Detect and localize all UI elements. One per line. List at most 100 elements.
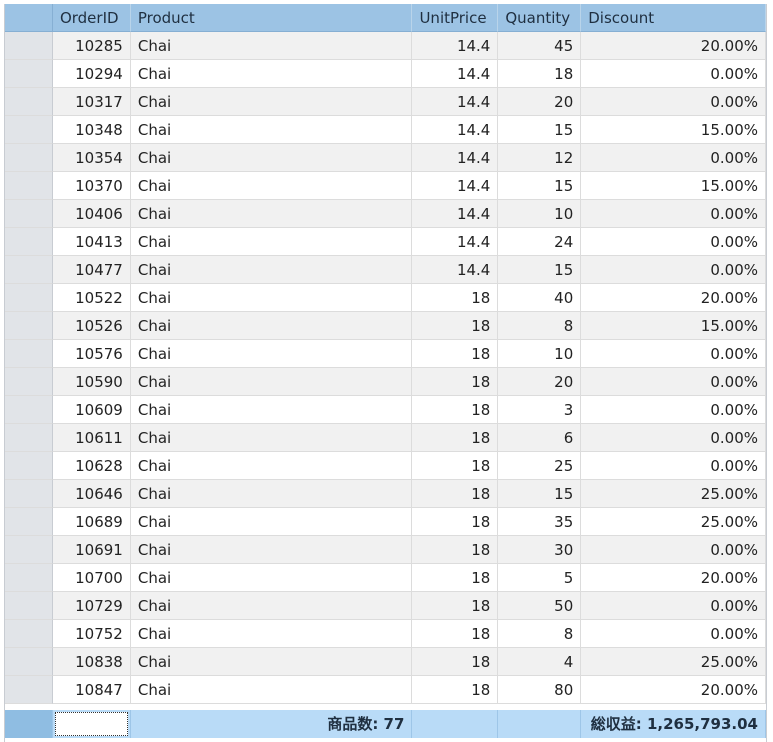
row-selector[interactable]	[5, 620, 53, 648]
table-row[interactable]: 10729 Chai 18 50 0.00%	[5, 592, 766, 620]
table-row[interactable]: 10691 Chai 18 30 0.00%	[5, 536, 766, 564]
discount-cell[interactable]: 25.00%	[581, 480, 766, 508]
table-row[interactable]: 10522 Chai 18 40 20.00%	[5, 284, 766, 312]
discount-cell[interactable]: 0.00%	[581, 536, 766, 564]
discount-cell[interactable]: 15.00%	[581, 312, 766, 340]
discount-cell[interactable]: 15.00%	[581, 172, 766, 200]
discount-cell[interactable]: 20.00%	[581, 284, 766, 312]
orderid-cell[interactable]: 10526	[52, 312, 131, 340]
product-cell[interactable]: Chai	[130, 452, 413, 480]
quantity-cell[interactable]: 15	[498, 172, 582, 200]
row-selector[interactable]	[5, 88, 53, 116]
row-selector[interactable]	[5, 228, 53, 256]
row-selector[interactable]	[5, 508, 53, 536]
row-selector[interactable]	[5, 172, 53, 200]
column-header-orderid[interactable]: OrderID	[52, 4, 131, 32]
column-header-unitprice[interactable]: UnitPrice	[412, 4, 499, 32]
column-header-product[interactable]: Product	[130, 4, 413, 32]
orderid-cell[interactable]: 10628	[52, 452, 131, 480]
product-cell[interactable]: Chai	[130, 368, 413, 396]
orderid-cell[interactable]: 10700	[52, 564, 131, 592]
quantity-cell[interactable]: 45	[498, 32, 582, 60]
table-row[interactable]: 10752 Chai 18 8 0.00%	[5, 620, 766, 648]
orderid-cell[interactable]: 10294	[52, 60, 131, 88]
row-selector[interactable]	[5, 32, 53, 60]
product-cell[interactable]: Chai	[130, 676, 413, 704]
unitprice-cell[interactable]: 18	[412, 396, 499, 424]
unitprice-cell[interactable]: 18	[412, 620, 499, 648]
table-row[interactable]: 10847 Chai 18 80 20.00%	[5, 676, 766, 704]
row-selector[interactable]	[5, 480, 53, 508]
product-cell[interactable]: Chai	[130, 340, 413, 368]
unitprice-cell[interactable]: 14.4	[412, 200, 499, 228]
orderid-cell[interactable]: 10285	[52, 32, 131, 60]
unitprice-cell[interactable]: 18	[412, 452, 499, 480]
discount-cell[interactable]: 0.00%	[581, 620, 766, 648]
discount-cell[interactable]: 0.00%	[581, 368, 766, 396]
row-selector[interactable]	[5, 648, 53, 676]
quantity-cell[interactable]: 5	[498, 564, 582, 592]
table-row[interactable]: 10526 Chai 18 8 15.00%	[5, 312, 766, 340]
product-cell[interactable]: Chai	[130, 424, 413, 452]
product-cell[interactable]: Chai	[130, 116, 413, 144]
orderid-cell[interactable]: 10689	[52, 508, 131, 536]
quantity-cell[interactable]: 10	[498, 200, 582, 228]
unitprice-cell[interactable]: 14.4	[412, 256, 499, 284]
quantity-cell[interactable]: 30	[498, 536, 582, 564]
unitprice-cell[interactable]: 14.4	[412, 172, 499, 200]
orderid-cell[interactable]: 10348	[52, 116, 131, 144]
discount-cell[interactable]: 20.00%	[581, 676, 766, 704]
row-selector[interactable]	[5, 284, 53, 312]
quantity-cell[interactable]: 15	[498, 480, 582, 508]
discount-cell[interactable]: 25.00%	[581, 648, 766, 676]
table-row[interactable]: 10285 Chai 14.4 45 20.00%	[5, 32, 766, 60]
unitprice-cell[interactable]: 14.4	[412, 228, 499, 256]
product-cell[interactable]: Chai	[130, 32, 413, 60]
table-row[interactable]: 10348 Chai 14.4 15 15.00%	[5, 116, 766, 144]
quantity-cell[interactable]: 20	[498, 88, 582, 116]
discount-cell[interactable]: 25.00%	[581, 508, 766, 536]
footer-row-selector[interactable]	[5, 710, 53, 738]
row-selector[interactable]	[5, 144, 53, 172]
row-selector[interactable]	[5, 536, 53, 564]
product-cell[interactable]: Chai	[130, 60, 413, 88]
discount-cell[interactable]: 20.00%	[581, 32, 766, 60]
table-row[interactable]: 10354 Chai 14.4 12 0.00%	[5, 144, 766, 172]
row-selector[interactable]	[5, 340, 53, 368]
row-selector[interactable]	[5, 256, 53, 284]
orderid-cell[interactable]: 10317	[52, 88, 131, 116]
orderid-cell[interactable]: 10847	[52, 676, 131, 704]
unitprice-cell[interactable]: 18	[412, 284, 499, 312]
quantity-cell[interactable]: 6	[498, 424, 582, 452]
table-row[interactable]: 10838 Chai 18 4 25.00%	[5, 648, 766, 676]
product-cell[interactable]: Chai	[130, 536, 413, 564]
unitprice-cell[interactable]: 18	[412, 648, 499, 676]
discount-cell[interactable]: 0.00%	[581, 144, 766, 172]
table-row[interactable]: 10700 Chai 18 5 20.00%	[5, 564, 766, 592]
row-selector[interactable]	[5, 60, 53, 88]
unitprice-cell[interactable]: 18	[412, 368, 499, 396]
orderid-cell[interactable]: 10413	[52, 228, 131, 256]
column-header-quantity[interactable]: Quantity	[498, 4, 582, 32]
product-cell[interactable]: Chai	[130, 172, 413, 200]
discount-cell[interactable]: 0.00%	[581, 228, 766, 256]
unitprice-cell[interactable]: 18	[412, 340, 499, 368]
product-cell[interactable]: Chai	[130, 312, 413, 340]
discount-cell[interactable]: 0.00%	[581, 424, 766, 452]
discount-cell[interactable]: 0.00%	[581, 452, 766, 480]
product-cell[interactable]: Chai	[130, 144, 413, 172]
quantity-cell[interactable]: 10	[498, 340, 582, 368]
discount-cell[interactable]: 0.00%	[581, 88, 766, 116]
quantity-cell[interactable]: 35	[498, 508, 582, 536]
unitprice-cell[interactable]: 18	[412, 508, 499, 536]
row-selector[interactable]	[5, 424, 53, 452]
orderid-cell[interactable]: 10370	[52, 172, 131, 200]
table-row[interactable]: 10689 Chai 18 35 25.00%	[5, 508, 766, 536]
table-row[interactable]: 10317 Chai 14.4 20 0.00%	[5, 88, 766, 116]
quantity-cell[interactable]: 15	[498, 116, 582, 144]
unitprice-cell[interactable]: 18	[412, 536, 499, 564]
table-row[interactable]: 10611 Chai 18 6 0.00%	[5, 424, 766, 452]
row-selector[interactable]	[5, 564, 53, 592]
column-header-discount[interactable]: Discount	[581, 4, 766, 32]
unitprice-cell[interactable]: 18	[412, 564, 499, 592]
